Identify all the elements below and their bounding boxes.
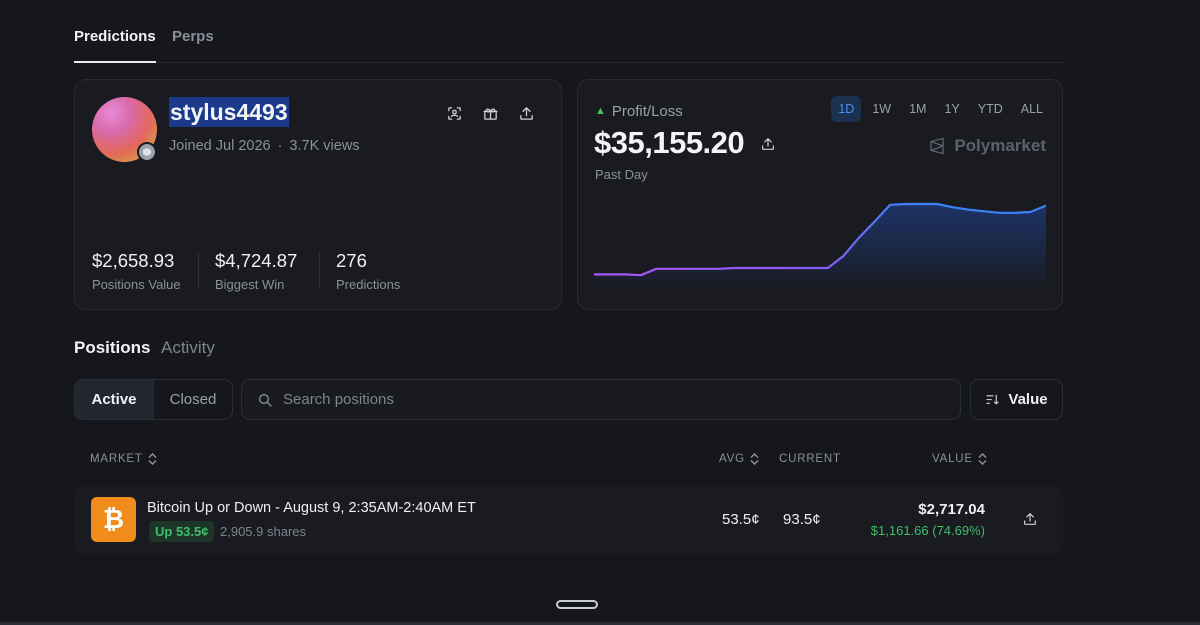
column-label: CURRENT <box>779 453 841 465</box>
pnl-value: $35,155.20 <box>594 125 745 160</box>
gift-icon[interactable] <box>480 103 500 123</box>
polymarket-icon <box>930 137 945 155</box>
sort-button[interactable]: Value <box>970 379 1063 420</box>
position-pnl: $1,161.66 (74.69%) <box>870 523 985 538</box>
pnl-label: ▲ Profit/Loss <box>595 103 683 120</box>
range-1w[interactable]: 1W <box>865 96 898 122</box>
status-filter: Active Closed <box>74 379 233 420</box>
pnl-label-text: Profit/Loss <box>611 103 683 120</box>
scan-icon[interactable] <box>444 103 464 123</box>
tab-predictions[interactable]: Predictions <box>74 28 156 63</box>
column-current: CURRENT <box>779 453 841 465</box>
market-title[interactable]: Bitcoin Up or Down - August 9, 2:35AM-2:… <box>147 500 476 516</box>
column-value[interactable]: VALUE <box>932 453 987 465</box>
range-selector: 1D 1W 1M 1Y YTD ALL <box>831 96 1050 122</box>
sort-chevrons-icon <box>148 453 157 465</box>
scroll-handle[interactable] <box>556 600 598 609</box>
share-icon[interactable] <box>516 103 536 123</box>
profile-meta: Joined Jul 2026 · 3.7K views <box>169 138 360 154</box>
view-count: 3.7K views <box>289 138 360 154</box>
profile-card: stylus4493 Joined Jul 2026 · 3.7K views $2… <box>74 79 562 310</box>
divider <box>198 252 199 288</box>
stat-label: Positions Value <box>92 277 181 292</box>
stat-label: Predictions <box>336 277 401 292</box>
avg-price: 53.5¢ <box>722 511 760 528</box>
tab-positions[interactable]: Positions <box>74 338 151 358</box>
pnl-chart <box>594 202 1046 290</box>
top-tabs: Predictions Perps <box>74 28 1063 63</box>
row-share-icon[interactable] <box>1022 511 1038 527</box>
position-value: $2,717.04 <box>918 501 985 518</box>
username[interactable]: stylus4493 <box>169 97 289 127</box>
current-price: 93.5¢ <box>783 511 821 528</box>
outcome-badge: Up 53.5¢ <box>149 521 215 542</box>
range-1m[interactable]: 1M <box>902 96 933 122</box>
table-row[interactable]: ₿ Bitcoin Up or Down - August 9, 2:35AM-… <box>74 486 1063 554</box>
tab-perps[interactable]: Perps <box>172 28 214 45</box>
verified-badge-icon <box>137 142 157 162</box>
joined-date: Joined Jul 2026 <box>169 138 271 154</box>
pnl-share-icon[interactable] <box>760 136 776 157</box>
stat-biggest-win: $4,724.87 Biggest Win <box>215 250 297 292</box>
stat-predictions: 276 Predictions <box>336 250 400 292</box>
column-label: VALUE <box>932 453 973 465</box>
stat-label: Biggest Win <box>215 277 285 292</box>
search-icon <box>259 394 272 407</box>
range-all[interactable]: ALL <box>1014 96 1050 122</box>
tab-activity[interactable]: Activity <box>161 338 215 358</box>
share-count: 2,905.9 shares <box>220 524 307 539</box>
search-box <box>241 379 961 420</box>
stat-value: 276 <box>336 250 367 271</box>
divider <box>319 252 320 288</box>
polymarket-logo: Polymarket <box>928 136 1046 156</box>
stat-value: $2,658.93 <box>92 250 175 271</box>
chart-area <box>594 204 1046 290</box>
range-1d[interactable]: 1D <box>831 96 862 122</box>
pnl-card: ▲ Profit/Loss $35,155.20 Past Day 1D 1W 1… <box>577 79 1063 310</box>
separator-dot: · <box>277 138 283 154</box>
up-arrow-icon: ▲ <box>595 105 606 117</box>
brand-name: Polymarket <box>954 136 1046 155</box>
sort-icon <box>986 394 1000 405</box>
stat-positions-value: $2,658.93 Positions Value <box>92 250 181 292</box>
sort-chevrons-icon <box>978 453 987 465</box>
search-input[interactable] <box>283 380 943 419</box>
range-ytd[interactable]: YTD <box>971 96 1010 122</box>
sort-chevrons-icon <box>750 453 759 465</box>
column-market[interactable]: MARKET <box>90 453 157 465</box>
column-label: MARKET <box>90 453 143 465</box>
filter-active-button[interactable]: Active <box>75 380 154 419</box>
column-avg[interactable]: AVG <box>719 453 759 465</box>
sort-label: Value <box>1008 391 1048 408</box>
pnl-period: Past Day <box>595 167 648 182</box>
bitcoin-icon: ₿ <box>91 497 136 542</box>
filter-closed-button[interactable]: Closed <box>154 380 232 419</box>
stat-value: $4,724.87 <box>215 250 298 271</box>
column-label: AVG <box>719 453 745 465</box>
range-1y[interactable]: 1Y <box>937 96 966 122</box>
